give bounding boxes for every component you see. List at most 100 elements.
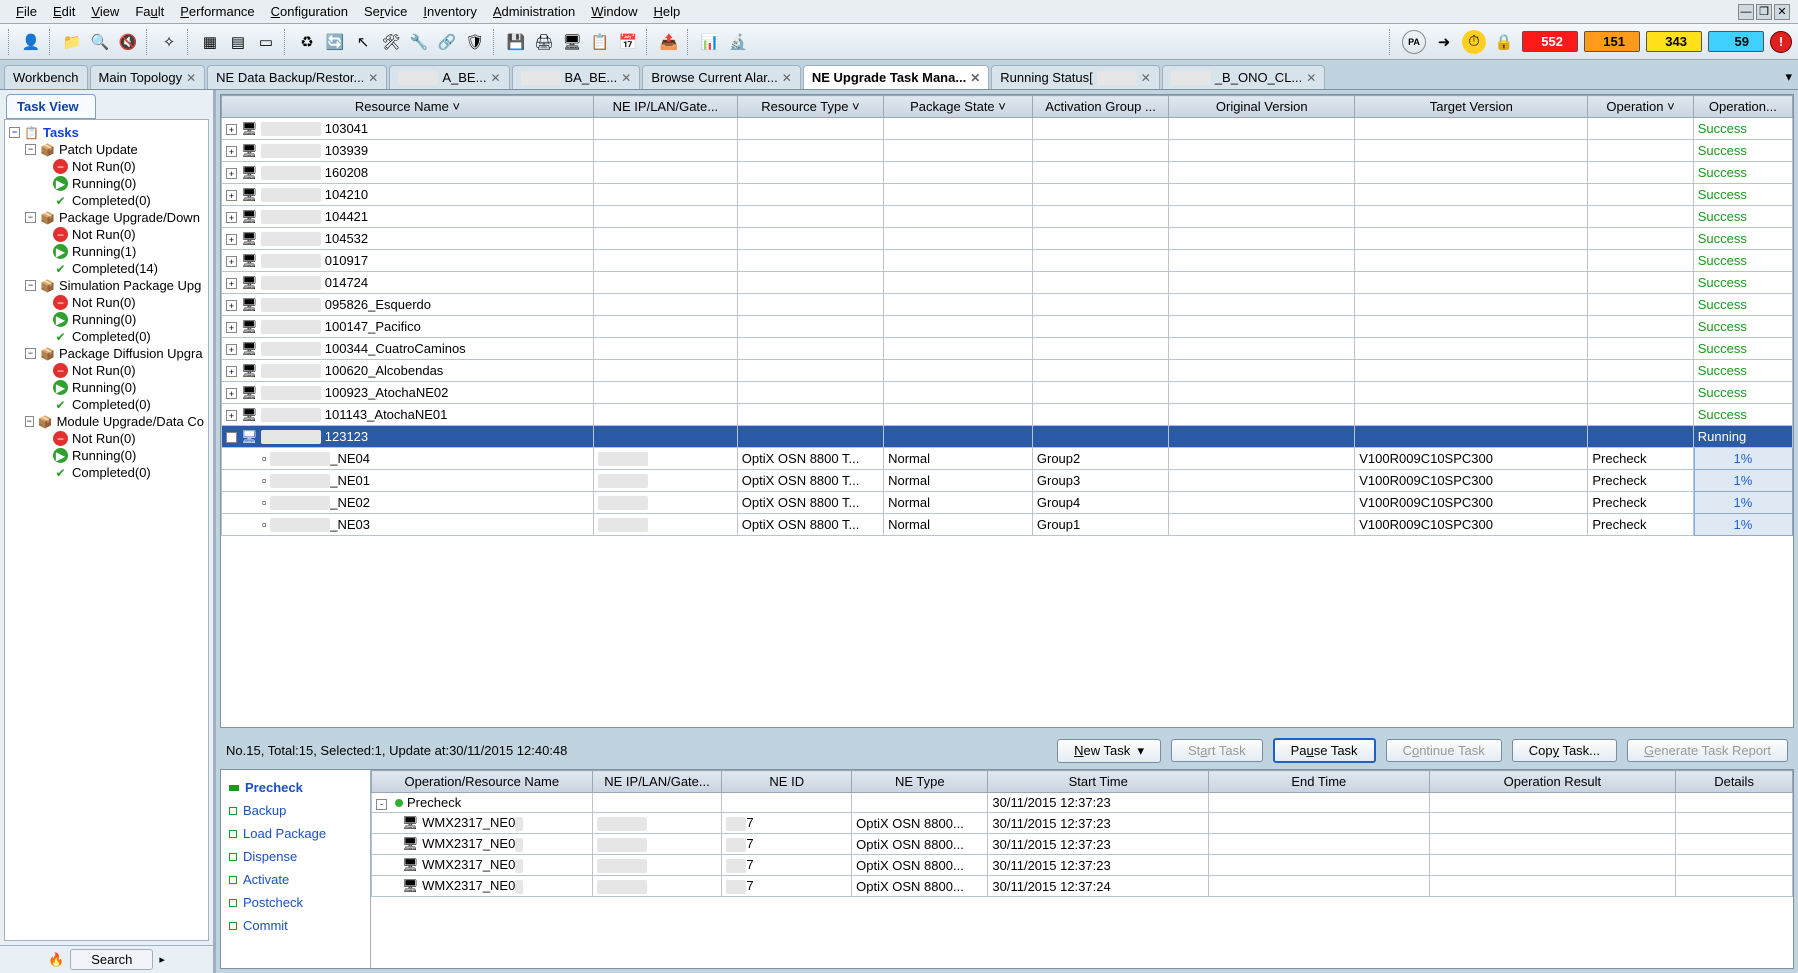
close-icon[interactable]: ✕ [1306, 71, 1316, 85]
menu-configuration[interactable]: Configuration [263, 1, 356, 22]
tree-status-item[interactable]: ✔Completed(0) [9, 396, 204, 413]
toolbar-tools-icon[interactable]: 🛠 [379, 30, 403, 54]
table-row[interactable]: +🖥 104421Success [222, 206, 1793, 228]
tree-status-item[interactable]: ▶Running(0) [9, 379, 204, 396]
row-expander-icon[interactable]: + [226, 322, 237, 333]
table-row[interactable]: +🖥 100344_CuatroCaminosSuccess [222, 338, 1793, 360]
row-expander-icon[interactable]: + [226, 124, 237, 135]
alert-icon[interactable]: ! [1770, 31, 1792, 53]
toolbar-topology-icon[interactable]: ✧ [157, 30, 181, 54]
close-icon[interactable]: ✕ [782, 71, 792, 85]
step-load-package[interactable]: Load Package [227, 822, 364, 845]
row-expander-icon[interactable]: + [226, 300, 237, 311]
tree-status-item[interactable]: ▶Running(1) [9, 243, 204, 260]
column-header[interactable]: Operation/Resource Name [372, 771, 593, 793]
toolbar-refresh-icon[interactable]: ♻ [295, 30, 319, 54]
menu-file[interactable]: File [8, 1, 45, 22]
tree-status-item[interactable]: ✔Completed(0) [9, 192, 204, 209]
table-row[interactable]: ▫ _NE04OptiX OSN 8800 T...NormalGroup2V1… [222, 448, 1793, 470]
table-row[interactable]: +🖥 104210Success [222, 184, 1793, 206]
tree-status-item[interactable]: ▶Running(0) [9, 175, 204, 192]
column-header[interactable]: Details [1676, 771, 1793, 793]
toolbar-pointer-icon[interactable]: ↖ [351, 30, 375, 54]
table-row[interactable]: +🖥 101143_AtochaNE01Success [222, 404, 1793, 426]
copy-task-button[interactable]: Copy Task... [1512, 739, 1617, 762]
forward-icon[interactable]: ➜ [1432, 30, 1456, 54]
menu-performance[interactable]: Performance [172, 1, 262, 22]
toolbar-layers-icon[interactable]: ▦ [198, 30, 222, 54]
table-row[interactable]: ▫ _NE03OptiX OSN 8800 T...NormalGroup1V1… [222, 514, 1793, 536]
table-row[interactable]: 🖥 WMX2317_NE07OptiX OSN 8800...30/11/201… [372, 834, 1793, 855]
row-expander-icon[interactable]: - [226, 432, 237, 443]
row-expander-icon[interactable]: + [226, 234, 237, 245]
table-row[interactable]: +🖥 104532Success [222, 228, 1793, 250]
row-expander-icon[interactable]: + [226, 212, 237, 223]
toolbar-chart-icon[interactable]: 📊 [698, 30, 722, 54]
toolbar-screen-icon[interactable]: 🖥 [560, 30, 584, 54]
tabs-overflow-icon[interactable]: ▾ [1779, 65, 1798, 89]
toolbar-window-icon[interactable]: ▭ [254, 30, 278, 54]
table-row[interactable]: 🖥 WMX2317_NE07OptiX OSN 8800...30/11/201… [372, 876, 1793, 897]
column-header[interactable]: Operation Result [1429, 771, 1676, 793]
tree-status-item[interactable]: ✔Completed(14) [9, 260, 204, 277]
toolbar-calendar-icon[interactable]: 📅 [616, 30, 640, 54]
column-header[interactable]: Resource Name ˅ [222, 96, 594, 118]
row-expander-icon[interactable]: + [226, 146, 237, 157]
close-icon[interactable]: ✕ [970, 71, 980, 85]
table-row[interactable]: ▫ _NE01OptiX OSN 8800 T...NormalGroup3V1… [222, 470, 1793, 492]
pause-task-button[interactable]: Pause Task [1273, 738, 1376, 763]
table-row[interactable]: ▫ _NE02OptiX OSN 8800 T...NormalGroup4V1… [222, 492, 1793, 514]
column-header[interactable]: Resource Type ˅ [737, 96, 883, 118]
menu-administration[interactable]: Administration [485, 1, 583, 22]
toolbar-user-icon[interactable]: 👤 [19, 30, 43, 54]
document-tab[interactable]: Main Topology✕ [90, 65, 206, 89]
tree-status-item[interactable]: −Not Run(0) [9, 158, 204, 175]
toolbar-sync-icon[interactable]: 🔄 [323, 30, 347, 54]
table-row[interactable]: 🖥 WMX2317_NE07OptiX OSN 8800...30/11/201… [372, 855, 1793, 876]
alarm-major-count[interactable]: 151 [1584, 31, 1640, 52]
row-expander-icon[interactable]: + [226, 388, 237, 399]
new-task-button[interactable]: New Task ▾ [1057, 739, 1161, 763]
close-icon[interactable]: ✕ [621, 71, 631, 85]
row-expander-icon[interactable]: + [226, 410, 237, 421]
table-row[interactable]: +🖥 014724Success [222, 272, 1793, 294]
table-row[interactable]: -🖥 123123Running [222, 426, 1793, 448]
column-header[interactable]: NE Type [852, 771, 988, 793]
table-row[interactable]: +🖥 010917Success [222, 250, 1793, 272]
menu-edit[interactable]: Edit [45, 1, 83, 22]
tree-root[interactable]: −📋Tasks [9, 124, 204, 141]
tree-group[interactable]: −📦Patch Update [9, 141, 204, 158]
menu-service[interactable]: Service [356, 1, 415, 22]
document-tab[interactable]: Browse Current Alar...✕ [642, 65, 801, 89]
tree-status-item[interactable]: −Not Run(0) [9, 430, 204, 447]
step-precheck[interactable]: Precheck [227, 776, 364, 799]
toolbar-save-icon[interactable]: 💾 [504, 30, 528, 54]
tree-status-item[interactable]: ✔Completed(0) [9, 328, 204, 345]
column-header[interactable]: NE IP/LAN/Gate... [593, 96, 737, 118]
table-row[interactable]: +🖥 100620_AlcobendasSuccess [222, 360, 1793, 382]
close-icon[interactable]: ✕ [490, 71, 500, 85]
row-expander-icon[interactable]: + [226, 256, 237, 267]
table-row[interactable]: -Precheck30/11/2015 12:37:23 [372, 793, 1793, 813]
window-close-icon[interactable]: ✕ [1774, 4, 1790, 20]
table-row[interactable]: +🖥 160208Success [222, 162, 1793, 184]
toolbar-wrench-icon[interactable]: 🔧 [407, 30, 431, 54]
column-header[interactable]: Operation ˅ [1588, 96, 1693, 118]
toolbar-folder-icon[interactable]: 📁 [60, 30, 84, 54]
menu-help[interactable]: Help [646, 1, 689, 22]
document-tab[interactable]: NE Upgrade Task Mana...✕ [803, 65, 989, 89]
search-button[interactable]: Search [70, 949, 153, 970]
timer-icon[interactable]: ⏱ [1462, 30, 1486, 54]
tree-status-item[interactable]: −Not Run(0) [9, 294, 204, 311]
window-minimize-icon[interactable]: — [1738, 4, 1754, 20]
document-tab[interactable]: NE Data Backup/Restor...✕ [207, 65, 387, 89]
toolbar-grid-icon[interactable]: ▤ [226, 30, 250, 54]
toolbar-analyze-icon[interactable]: 🔬 [726, 30, 750, 54]
tree-group[interactable]: −📦Simulation Package Upg [9, 277, 204, 294]
step-postcheck[interactable]: Postcheck [227, 891, 364, 914]
table-row[interactable]: 🖥 WMX2317_NE07OptiX OSN 8800...30/11/201… [372, 813, 1793, 834]
toolbar-sound-icon[interactable]: 🔇 [116, 30, 140, 54]
window-restore-icon[interactable]: ❐ [1756, 4, 1772, 20]
column-header[interactable]: Package State ˅ [884, 96, 1033, 118]
menu-fault[interactable]: Fault [127, 1, 172, 22]
